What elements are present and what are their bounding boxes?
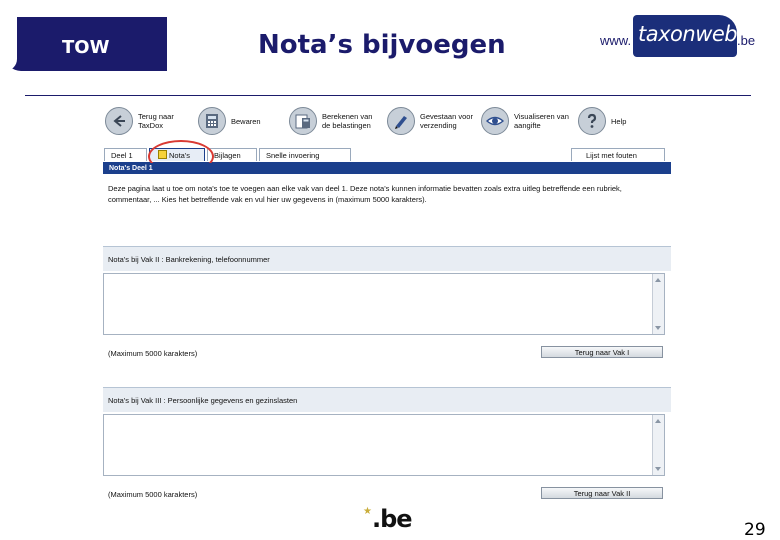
note-header-vak-iii: Nota's bij Vak III : Persoonlijke gegeve… <box>103 387 671 412</box>
toolbar-preview-label: Visualiseren van aangifte <box>514 112 569 130</box>
intro-text: Deze pagina laat u toe om nota's toe te … <box>108 184 622 204</box>
max-characters-note: (Maximum 5000 karakters) <box>108 349 198 358</box>
toolbar-save-button[interactable]: Bewaren <box>198 104 286 138</box>
logo-prefix: www. <box>600 33 632 48</box>
scroll-down-icon <box>655 467 661 471</box>
scroll-down-icon <box>655 326 661 330</box>
logo-suffix: .be <box>737 33 756 48</box>
tab-lijst-met-fouten[interactable]: Lijst met fouten <box>571 148 665 161</box>
toolbar-save-label: Bewaren <box>231 116 261 126</box>
toolbar-calculate-button[interactable]: Berekenen van de belastingen <box>289 104 377 138</box>
title-divider <box>25 95 751 96</box>
textarea-scrollbar[interactable] <box>652 415 664 475</box>
calculator-icon <box>198 107 226 135</box>
pen-icon <box>387 107 415 135</box>
tab-snelle-invoering[interactable]: Snelle invoering <box>259 148 351 161</box>
toolbar-back-label: Terug naar TaxDox <box>138 112 174 130</box>
toolbar-calculate-label: Berekenen van de belastingen <box>322 112 373 130</box>
scroll-up-icon <box>655 419 661 423</box>
slide-title: Nota’s bijvoegen <box>258 30 506 60</box>
note-header-label: Nota's bij Vak III : Persoonlijke gegeve… <box>108 396 298 405</box>
max-characters-note: (Maximum 5000 karakters) <box>108 490 198 499</box>
section-title-bar: Nota's Deel 1 <box>103 163 671 174</box>
tow-label: TOW <box>62 37 110 58</box>
section-title: Nota's Deel 1 <box>109 165 153 172</box>
textarea-scrollbar[interactable] <box>652 274 664 334</box>
back-to-vak-ii-button[interactable]: Terug naar Vak II <box>541 487 663 499</box>
logo-brand: taxonweb <box>638 22 738 46</box>
back-arrow-icon <box>105 107 133 135</box>
page-number: 29 <box>744 520 766 540</box>
note-header-label: Nota's bij Vak II : Bankrekening, telefo… <box>108 255 270 264</box>
note-textarea-vak-ii[interactable] <box>103 273 665 335</box>
toolbar-help-label: Help <box>611 116 627 126</box>
calculator-sheet-icon <box>289 107 317 135</box>
toolbar-verify-label: Gevestaan voor verzending <box>420 112 473 130</box>
toolbar-back-button[interactable]: Terug naar TaxDox <box>105 104 193 138</box>
note-textarea-vak-iii[interactable] <box>103 414 665 476</box>
scroll-up-icon <box>655 278 661 282</box>
note-header-vak-ii: Nota's bij Vak II : Bankrekening, telefo… <box>103 246 671 271</box>
toolbar-verify-button[interactable]: Gevestaan voor verzending <box>387 104 475 138</box>
be-logo: ★ .be <box>363 505 413 535</box>
toolbar-help-button[interactable]: Help <box>578 104 666 138</box>
eye-icon <box>481 107 509 135</box>
back-to-vak-i-button[interactable]: Terug naar Vak I <box>541 346 663 358</box>
help-icon <box>578 107 606 135</box>
tab-deel-1[interactable]: Deel 1 <box>104 148 147 161</box>
toolbar: Terug naar TaxDox Bewaren Berekenen van … <box>103 100 671 140</box>
be-logo-text: .be <box>372 505 413 533</box>
tab-bijlagen[interactable]: Bijlagen <box>207 148 257 161</box>
taxonweb-screenshot: Terug naar TaxDox Bewaren Berekenen van … <box>103 100 671 500</box>
toolbar-preview-button[interactable]: Visualiseren van aangifte <box>481 104 569 138</box>
